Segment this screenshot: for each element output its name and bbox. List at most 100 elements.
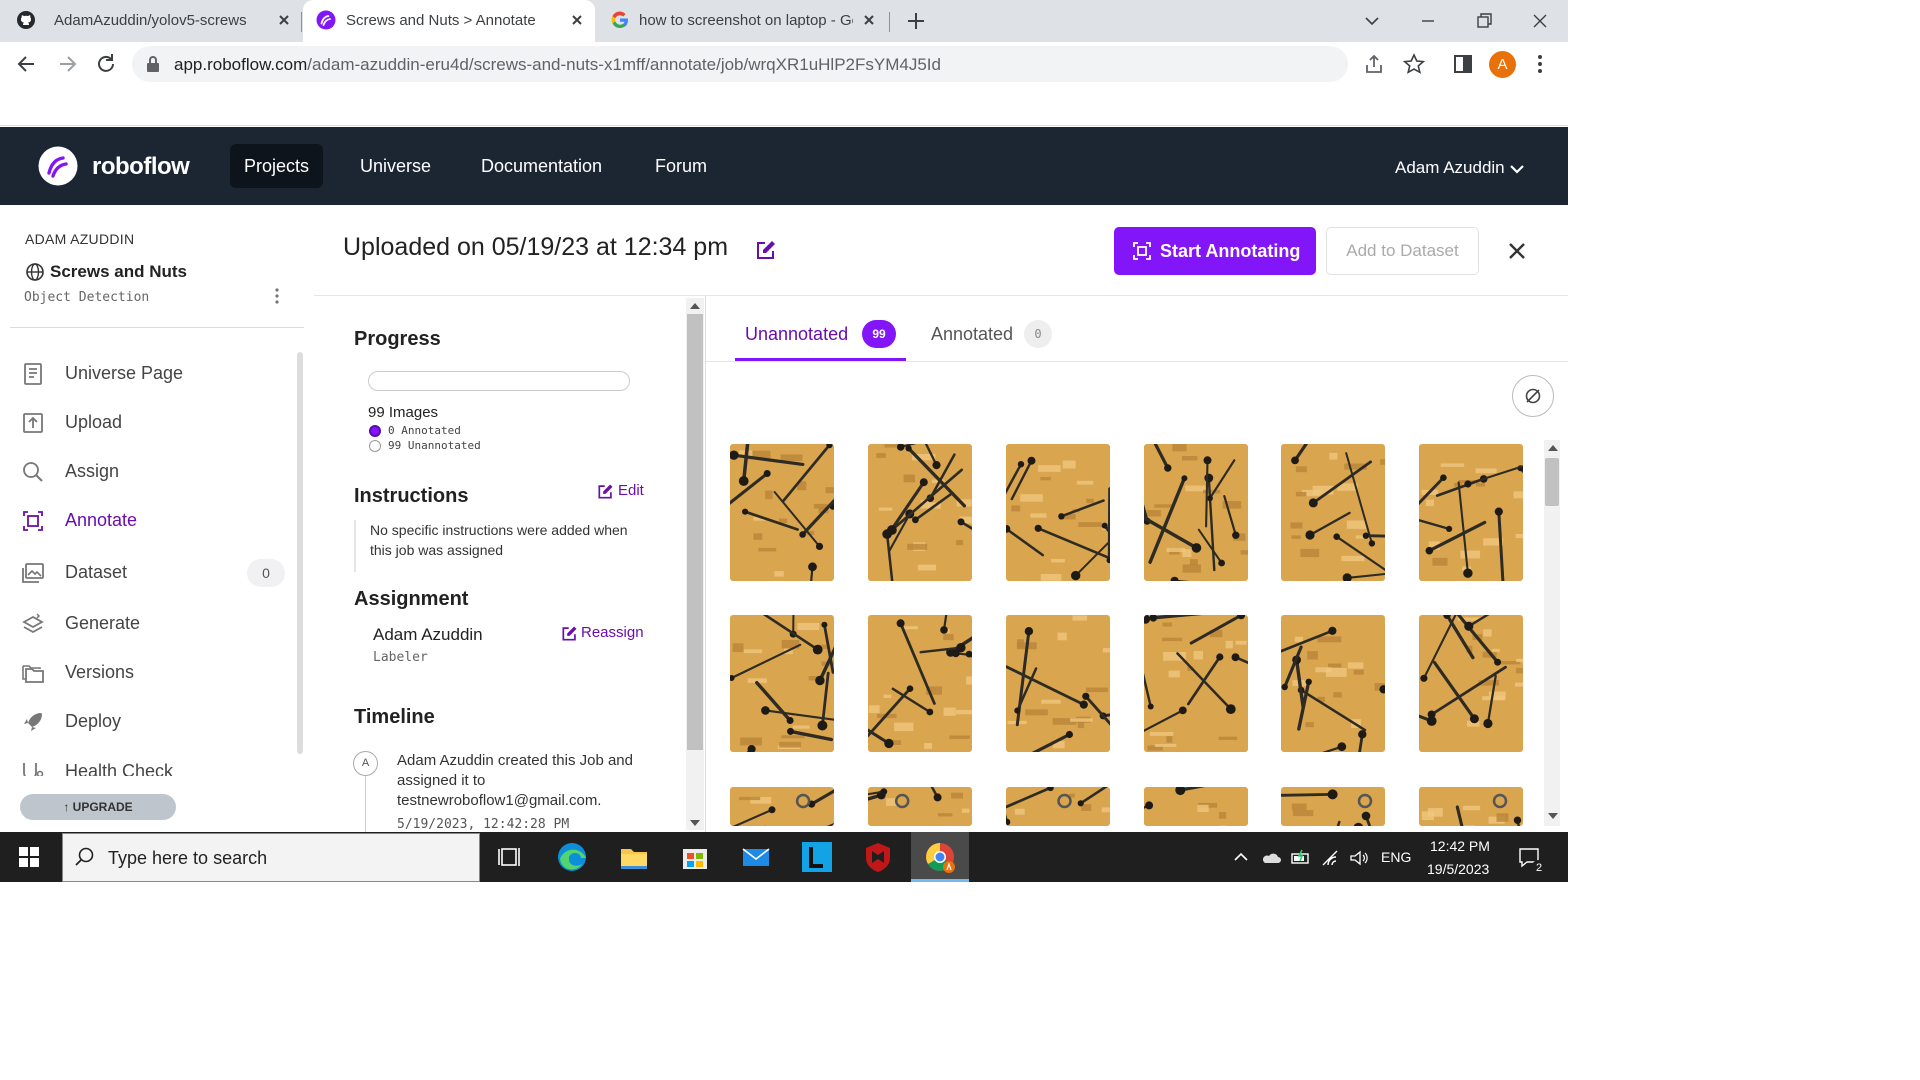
project-name[interactable]: Screws and Nuts (50, 262, 187, 282)
search-icon (23, 462, 43, 482)
image-thumbnail[interactable] (1006, 444, 1110, 581)
onedrive-cloud-icon[interactable] (1260, 849, 1282, 867)
edit-title-icon[interactable] (755, 239, 777, 261)
image-thumbnail[interactable] (1006, 615, 1110, 752)
logo-text[interactable]: roboflow (92, 153, 190, 181)
timeline-avatar: A (353, 751, 378, 776)
sidebar-item-annotate[interactable]: Annotate (0, 501, 300, 541)
sidebar-item-versions[interactable]: Versions (0, 653, 300, 693)
screw-photo (730, 444, 834, 581)
lock-icon[interactable] (146, 55, 160, 73)
edge-icon[interactable] (555, 840, 589, 874)
mcafee-icon[interactable] (861, 840, 895, 874)
screw-photo (1419, 615, 1523, 752)
project-options-icon[interactable] (268, 286, 286, 306)
panel-scrollbar-thumb[interactable] (687, 314, 703, 750)
close-icon[interactable] (275, 11, 293, 29)
back-icon[interactable] (14, 51, 40, 77)
image-thumbnail[interactable] (730, 444, 834, 581)
clock-time[interactable]: 12:42 PM (1430, 838, 1490, 854)
mail-icon[interactable] (739, 840, 773, 874)
sidebar-item-deploy[interactable]: Deploy (0, 702, 300, 742)
file-explorer-icon[interactable] (617, 840, 651, 874)
image-thumbnail[interactable] (1419, 615, 1523, 752)
close-icon[interactable] (568, 11, 586, 29)
scroll-up-icon[interactable] (1547, 444, 1559, 452)
launcher-l-icon[interactable] (800, 840, 834, 874)
scroll-down-icon[interactable] (1547, 812, 1559, 820)
image-thumbnail[interactable] (730, 615, 834, 752)
browser-tab-github[interactable]: AdamAzuddin/yolov5-screws (0, 0, 300, 42)
image-thumbnail[interactable] (1419, 444, 1523, 581)
sidebar-scrollbar[interactable] (297, 352, 303, 754)
filter-toggle-button[interactable] (1512, 375, 1554, 417)
folders-icon (22, 665, 44, 683)
tab-search-chevron-icon[interactable] (1360, 10, 1384, 32)
image-thumbnail[interactable] (1144, 615, 1248, 752)
chrome-icon[interactable] (923, 840, 957, 874)
image-thumbnail[interactable] (1281, 787, 1385, 826)
notification-count-badge: 2 (1531, 860, 1547, 876)
sidebar-divider (10, 327, 304, 328)
unannotated-dot (369, 440, 381, 452)
image-thumbnail[interactable] (1281, 444, 1385, 581)
minimize-icon[interactable] (1416, 10, 1440, 32)
grid-scrollbar-thumb[interactable] (1545, 458, 1559, 506)
task-view-icon[interactable] (494, 840, 528, 874)
tray-chevron-up-icon[interactable] (1232, 850, 1250, 864)
reload-icon[interactable] (93, 51, 119, 77)
forward-icon[interactable] (54, 51, 80, 77)
sidebar-item-generate[interactable]: Generate (0, 604, 300, 644)
scroll-up-icon[interactable] (689, 302, 701, 310)
image-thumbnail[interactable] (1281, 615, 1385, 752)
bookmark-star-icon[interactable] (1402, 53, 1426, 75)
profile-avatar[interactable]: A (1489, 51, 1516, 78)
new-tab-icon[interactable] (904, 10, 928, 32)
sidebar-item-health-check[interactable]: Health Check (0, 752, 300, 776)
tab-unannotated[interactable]: Unannotated (745, 324, 848, 345)
close-icon[interactable] (860, 11, 878, 29)
image-thumbnail[interactable] (730, 787, 834, 826)
window-close-icon[interactable] (1528, 10, 1552, 32)
kebab-menu-icon[interactable] (1530, 53, 1550, 75)
google-icon (611, 11, 628, 29)
nav-universe[interactable]: Universe (346, 144, 445, 188)
nav-documentation[interactable]: Documentation (467, 144, 616, 188)
clock-date[interactable]: 19/5/2023 (1427, 861, 1489, 877)
add-to-dataset-button[interactable]: Add to Dataset (1326, 227, 1479, 275)
sidebar-item-upload[interactable]: Upload (0, 403, 300, 443)
battery-icon[interactable] (1290, 849, 1312, 867)
screw-photo (1144, 444, 1248, 581)
volume-icon[interactable] (1348, 849, 1370, 867)
side-panel-icon[interactable] (1451, 53, 1475, 75)
instructions-text: No specific instructions were added when… (354, 520, 634, 572)
user-menu[interactable]: Adam Azuddin (1395, 158, 1505, 178)
sidebar-item-assign[interactable]: Assign (0, 452, 300, 492)
start-annotating-button[interactable]: Start Annotating (1114, 227, 1316, 275)
wifi-icon[interactable] (1320, 849, 1342, 867)
chevron-down-icon[interactable] (1508, 160, 1526, 178)
image-thumbnail[interactable] (868, 615, 972, 752)
roboflow-logo-icon[interactable] (38, 146, 78, 186)
tab-annotated[interactable]: Annotated (931, 324, 1013, 345)
image-thumbnail[interactable] (868, 444, 972, 581)
tray-language[interactable]: ENG (1381, 849, 1411, 865)
windows-start-icon[interactable] (19, 847, 39, 867)
restore-icon[interactable] (1472, 10, 1496, 32)
image-thumbnail[interactable] (1144, 444, 1248, 581)
nav-forum[interactable]: Forum (641, 144, 721, 188)
close-icon[interactable] (1506, 240, 1528, 262)
image-thumbnail[interactable] (868, 787, 972, 826)
sidebar-item-universe-page[interactable]: Universe Page (0, 354, 300, 394)
microsoft-store-icon[interactable] (678, 840, 712, 874)
upgrade-button[interactable]: ↑ UPGRADE (20, 794, 176, 820)
url-text[interactable]: app.roboflow.com/adam-azuddin-eru4d/scre… (174, 55, 941, 75)
nav-projects[interactable]: Projects (230, 144, 324, 188)
image-thumbnail[interactable] (1419, 787, 1523, 826)
browser-tab-roboflow[interactable]: Screws and Nuts > Annotate (303, 0, 595, 42)
image-thumbnail[interactable] (1006, 787, 1110, 826)
browser-tab-google[interactable]: how to screenshot on laptop - Go (597, 0, 887, 42)
scroll-down-icon[interactable] (689, 819, 701, 827)
share-icon[interactable] (1362, 53, 1386, 75)
image-thumbnail[interactable] (1144, 787, 1248, 826)
